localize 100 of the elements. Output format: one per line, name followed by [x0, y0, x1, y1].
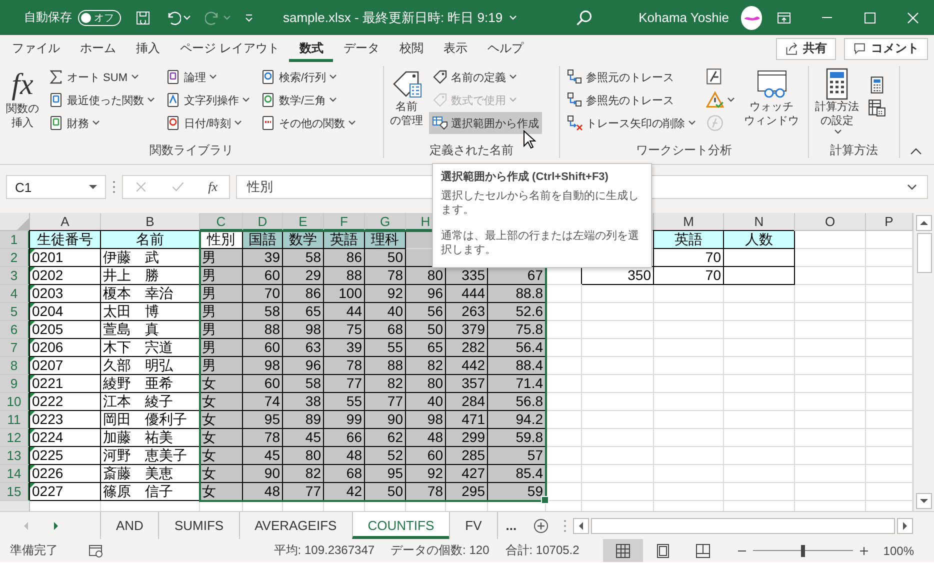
table-cell: 444: [446, 285, 488, 303]
table-cell: 88: [324, 267, 365, 285]
table-cell: 58: [243, 303, 283, 321]
table-cell: 60: [243, 375, 283, 393]
table-cell: 90: [243, 465, 283, 483]
table-cell: 52: [365, 447, 406, 465]
table-cell: 99: [324, 411, 365, 429]
group-label: 定義された名前: [428, 142, 514, 158]
table-cell: 60: [243, 267, 283, 285]
table-cell: 男: [200, 357, 243, 375]
table-cell: 74: [243, 393, 283, 411]
group-label: ワークシート分析: [635, 142, 733, 158]
table-cell: 58: [283, 249, 324, 267]
table-cell: 68: [365, 321, 406, 339]
status-count: データの個数: 120: [390, 542, 490, 559]
autosave-label: 自動保存: [24, 9, 72, 26]
status-sum: 合計: 10705.2: [505, 542, 580, 559]
table-cell: 56.4: [488, 339, 546, 357]
table-cell: 59.8: [488, 429, 546, 447]
table-cell: 65: [406, 339, 446, 357]
table-cell: 50: [406, 321, 446, 339]
table-cell: 63: [283, 339, 324, 357]
table-cell: 38: [283, 393, 324, 411]
table-cell: 48: [406, 429, 446, 447]
table-cell: 82: [365, 375, 406, 393]
table-cell: 0206: [30, 339, 101, 357]
table-cell: 60: [243, 339, 283, 357]
table-cell: 0201: [30, 249, 101, 267]
table-cell: 0223: [30, 411, 101, 429]
table-cell: 379: [446, 321, 488, 339]
tooltip-text: 通常は、最上部の行または左端の列を選択します。: [441, 229, 640, 257]
table-cell: 82: [406, 357, 446, 375]
table-cell: 56.8: [488, 393, 546, 411]
table-cell: 河野 恵美子: [101, 447, 200, 465]
table-cell: 77: [324, 375, 365, 393]
table-cell: 285: [446, 447, 488, 465]
table-cell: 男: [200, 249, 243, 267]
table-cell: 75: [324, 321, 365, 339]
table-cell: 65: [283, 303, 324, 321]
table-cell: 100: [324, 285, 365, 303]
table-cell: 55: [324, 393, 365, 411]
status-text: 準備完了: [10, 542, 58, 559]
table-cell: 29: [283, 267, 324, 285]
table-cell: 282: [446, 339, 488, 357]
table-cell: 0227: [30, 483, 101, 501]
table-cell: 89: [283, 411, 324, 429]
table-cell: 52.6: [488, 303, 546, 321]
table-cell: 男: [200, 321, 243, 339]
table-cell: 榎本 幸治: [101, 285, 200, 303]
table-cell: 39: [243, 249, 283, 267]
table-cell: 299: [446, 429, 488, 447]
group-label: 関数ライブラリ: [148, 142, 234, 158]
table-cell: 88: [243, 321, 283, 339]
table-cell: 60: [406, 447, 446, 465]
table-cell: 男: [200, 285, 243, 303]
table-cell: 0221: [30, 375, 101, 393]
table-cell: 56: [406, 303, 446, 321]
table-cell: 70: [654, 267, 724, 285]
table-cell: 篠原 信子: [101, 483, 200, 501]
table-cell: 加藤 祐美: [101, 429, 200, 447]
table-cell: 木下 宍道: [101, 339, 200, 357]
table-cell: 92: [406, 465, 446, 483]
table-cell: 62: [365, 429, 406, 447]
table-cell: 427: [446, 465, 488, 483]
table-cell: 40: [365, 303, 406, 321]
table-cell: 86: [283, 285, 324, 303]
table-cell: 0222: [30, 393, 101, 411]
table-cell: 59: [488, 483, 546, 501]
table-cell: 90: [365, 411, 406, 429]
table-cell: 442: [446, 357, 488, 375]
table-cell: 女: [200, 375, 243, 393]
table-cell: 77: [283, 483, 324, 501]
table-cell: 萱島 真: [101, 321, 200, 339]
table-cell: 96: [406, 285, 446, 303]
table-cell: 357: [446, 375, 488, 393]
table-cell: 0204: [30, 303, 101, 321]
table-cell: 女: [200, 393, 243, 411]
group-label: 計算方法: [829, 142, 879, 158]
table-cell: 78: [406, 483, 446, 501]
table-cell: 58: [283, 375, 324, 393]
table-cell: 39: [324, 339, 365, 357]
table-cell: 女: [200, 465, 243, 483]
table-cell: 471: [446, 411, 488, 429]
status-average: 平均: 109.2367347: [274, 542, 375, 559]
table-cell: 伊藤 武: [101, 249, 200, 267]
table-cell: 生徒番号: [30, 231, 101, 249]
table-cell: 70: [654, 249, 724, 267]
table-cell: 95: [365, 465, 406, 483]
table-cell: 71.4: [488, 375, 546, 393]
table-cell: 男: [200, 267, 243, 285]
table-cell: 75.8: [488, 321, 546, 339]
table-cell: 48: [324, 447, 365, 465]
table-cell: 77: [365, 393, 406, 411]
table-cell: 40: [406, 393, 446, 411]
table-cell: 78: [324, 357, 365, 375]
table-cell: 0202: [30, 267, 101, 285]
table-cell: 78: [243, 429, 283, 447]
table-cell: 英語: [654, 231, 724, 249]
table-cell: 88.4: [488, 357, 546, 375]
table-cell: 久部 明弘: [101, 357, 200, 375]
